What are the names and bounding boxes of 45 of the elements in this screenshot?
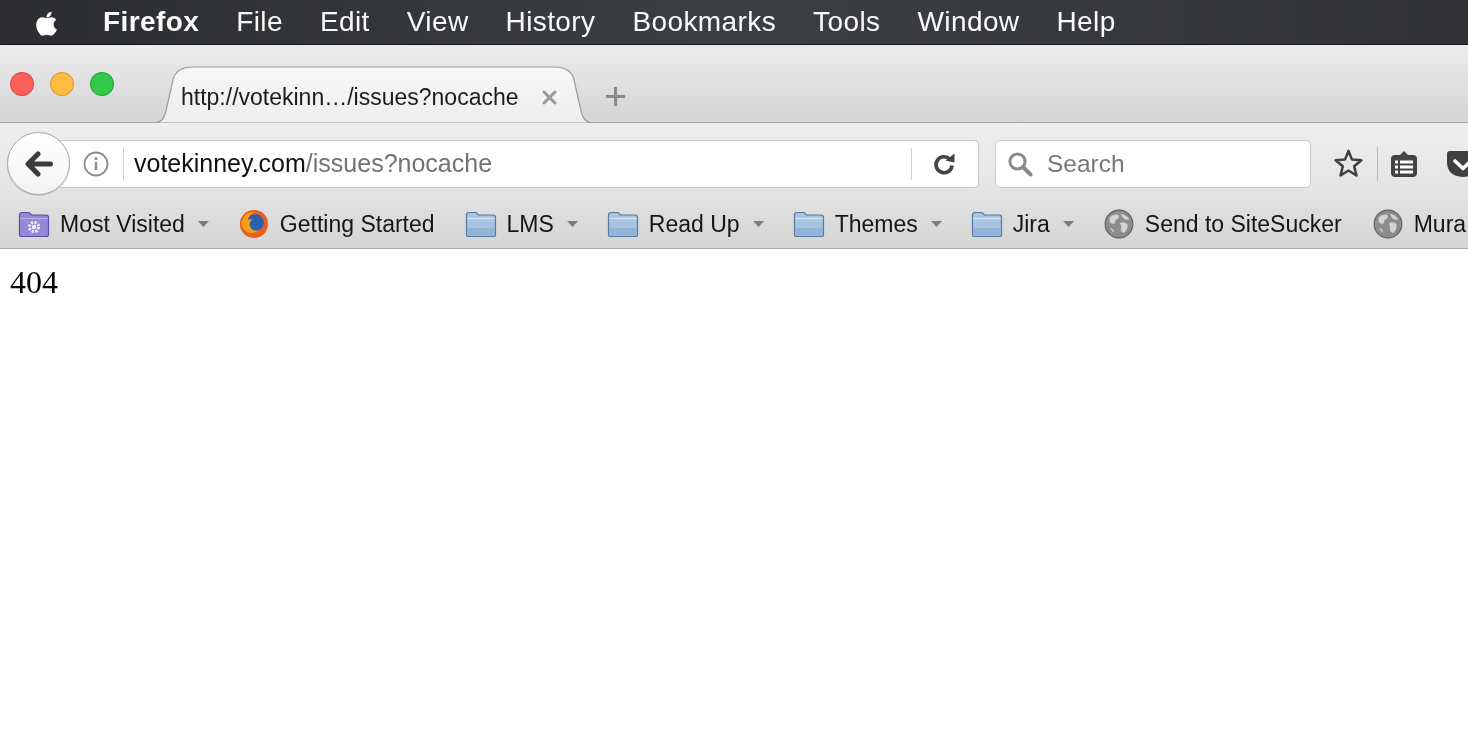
menu-item[interactable]: File (236, 6, 283, 38)
globe-icon (1371, 209, 1404, 239)
menu-item[interactable]: Bookmarks (632, 6, 777, 38)
close-icon[interactable] (542, 89, 557, 105)
url-text[interactable]: votekinney.com/issues?nocache (134, 149, 493, 178)
caret-down-icon (930, 221, 942, 227)
bookmark-button[interactable]: Mura (1371, 209, 1467, 239)
caret-down-icon (752, 221, 764, 227)
bookmark-button[interactable]: Themes (792, 209, 942, 239)
arrow-left-icon (24, 150, 53, 177)
bookmark-button[interactable]: LMS (464, 209, 578, 239)
folder-icon (606, 209, 639, 239)
bookmark-button[interactable]: Getting Started (237, 209, 435, 239)
bookmark-button[interactable]: Send to SiteSucker (1102, 209, 1342, 239)
search-field[interactable]: Search (995, 139, 1311, 188)
caret-down-icon (566, 221, 578, 227)
menu-item[interactable]: View (406, 6, 469, 38)
browser-tab[interactable]: http://votekinn…/issues?nocache (153, 66, 594, 123)
list-clipboard-icon[interactable] (1390, 149, 1418, 178)
search-icon (1007, 150, 1033, 177)
folder-icon (464, 209, 497, 239)
caret-down-icon (1062, 221, 1074, 227)
menu-item[interactable]: Firefox (103, 6, 200, 38)
chevron-badge-icon[interactable] (1447, 149, 1468, 178)
menu-item[interactable]: History (505, 6, 596, 38)
caret-down-icon (197, 221, 209, 227)
url-field[interactable]: votekinney.com/issues?nocache (60, 139, 979, 188)
gear-folder-icon (18, 209, 50, 239)
menu-item[interactable]: Help (1056, 6, 1116, 38)
bookmark-button[interactable]: Most Visited (18, 209, 209, 239)
bookmark-button[interactable]: Jira (970, 209, 1074, 239)
menu-item[interactable]: Tools (813, 6, 881, 38)
menu-item[interactable]: Window (917, 6, 1020, 38)
folder-icon (792, 209, 825, 239)
reload-icon[interactable] (932, 151, 956, 176)
info-icon[interactable] (83, 150, 109, 177)
fox-logo-icon (237, 209, 270, 239)
plus-icon[interactable] (605, 86, 626, 107)
folder-icon (970, 209, 1003, 239)
star-icon[interactable] (1333, 148, 1364, 179)
menu-item[interactable]: Edit (319, 6, 370, 38)
bookmark-button[interactable]: Read Up (606, 209, 764, 239)
globe-icon (1102, 209, 1135, 239)
close-window-icon[interactable] (10, 71, 34, 96)
page-text: 404 (10, 264, 58, 300)
